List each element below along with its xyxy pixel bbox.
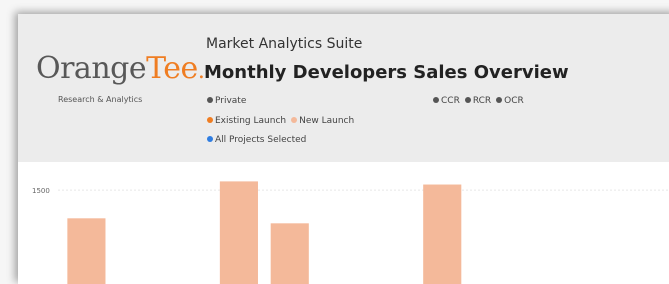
sector-filter[interactable]: Private (207, 96, 246, 106)
region-label: CCR (441, 96, 460, 106)
brand-logo: OrangeTee. Research & Analytics (36, 51, 205, 105)
suite-name: Market Analytics Suite (206, 36, 363, 52)
launch-dot-icon (291, 117, 298, 123)
region-label: OCR (504, 96, 524, 106)
projects-label: All Projects Selected (215, 135, 307, 145)
private-dot-icon (207, 97, 213, 103)
launch-filter[interactable]: Existing Launch New Launch (207, 116, 359, 126)
chart-area: 1500 (18, 162, 669, 284)
launch-item[interactable]: New Launch (291, 116, 354, 126)
bar[interactable] (219, 181, 258, 284)
launch-label: Existing Launch (215, 116, 287, 126)
bar[interactable] (67, 218, 106, 284)
y-tick-label: 1500 (32, 187, 50, 195)
projects-filter[interactable]: All Projects Selected (207, 135, 306, 145)
report-frame: OrangeTee. Research & Analytics Market A… (18, 14, 669, 284)
report-header: OrangeTee. Research & Analytics Market A… (18, 14, 669, 162)
region-item[interactable]: OCR (496, 96, 524, 106)
region-item[interactable]: RCR (464, 96, 492, 106)
launch-dot-icon (207, 117, 213, 123)
logo-subtitle: Research & Analytics (58, 95, 143, 104)
launch-label: New Launch (299, 116, 355, 126)
report-title: Monthly Developers Sales Overview (204, 62, 569, 83)
region-item[interactable]: CCR (433, 96, 460, 106)
bar[interactable] (270, 223, 309, 284)
bar[interactable] (423, 184, 462, 284)
sales-bar-chart: 1500 (32, 181, 668, 284)
projects-dot-icon (207, 136, 213, 142)
logo-word-main: Orange (36, 51, 147, 86)
region-dot-icon (433, 97, 439, 103)
sector-label: Private (215, 96, 247, 106)
region-label: RCR (472, 96, 492, 106)
logo-word-accent: Tee (146, 51, 198, 86)
region-filter[interactable]: CCR RCR OCR (433, 96, 529, 106)
region-dot-icon (464, 97, 471, 103)
launch-item[interactable]: Existing Launch (207, 116, 286, 126)
region-dot-icon (496, 97, 503, 103)
